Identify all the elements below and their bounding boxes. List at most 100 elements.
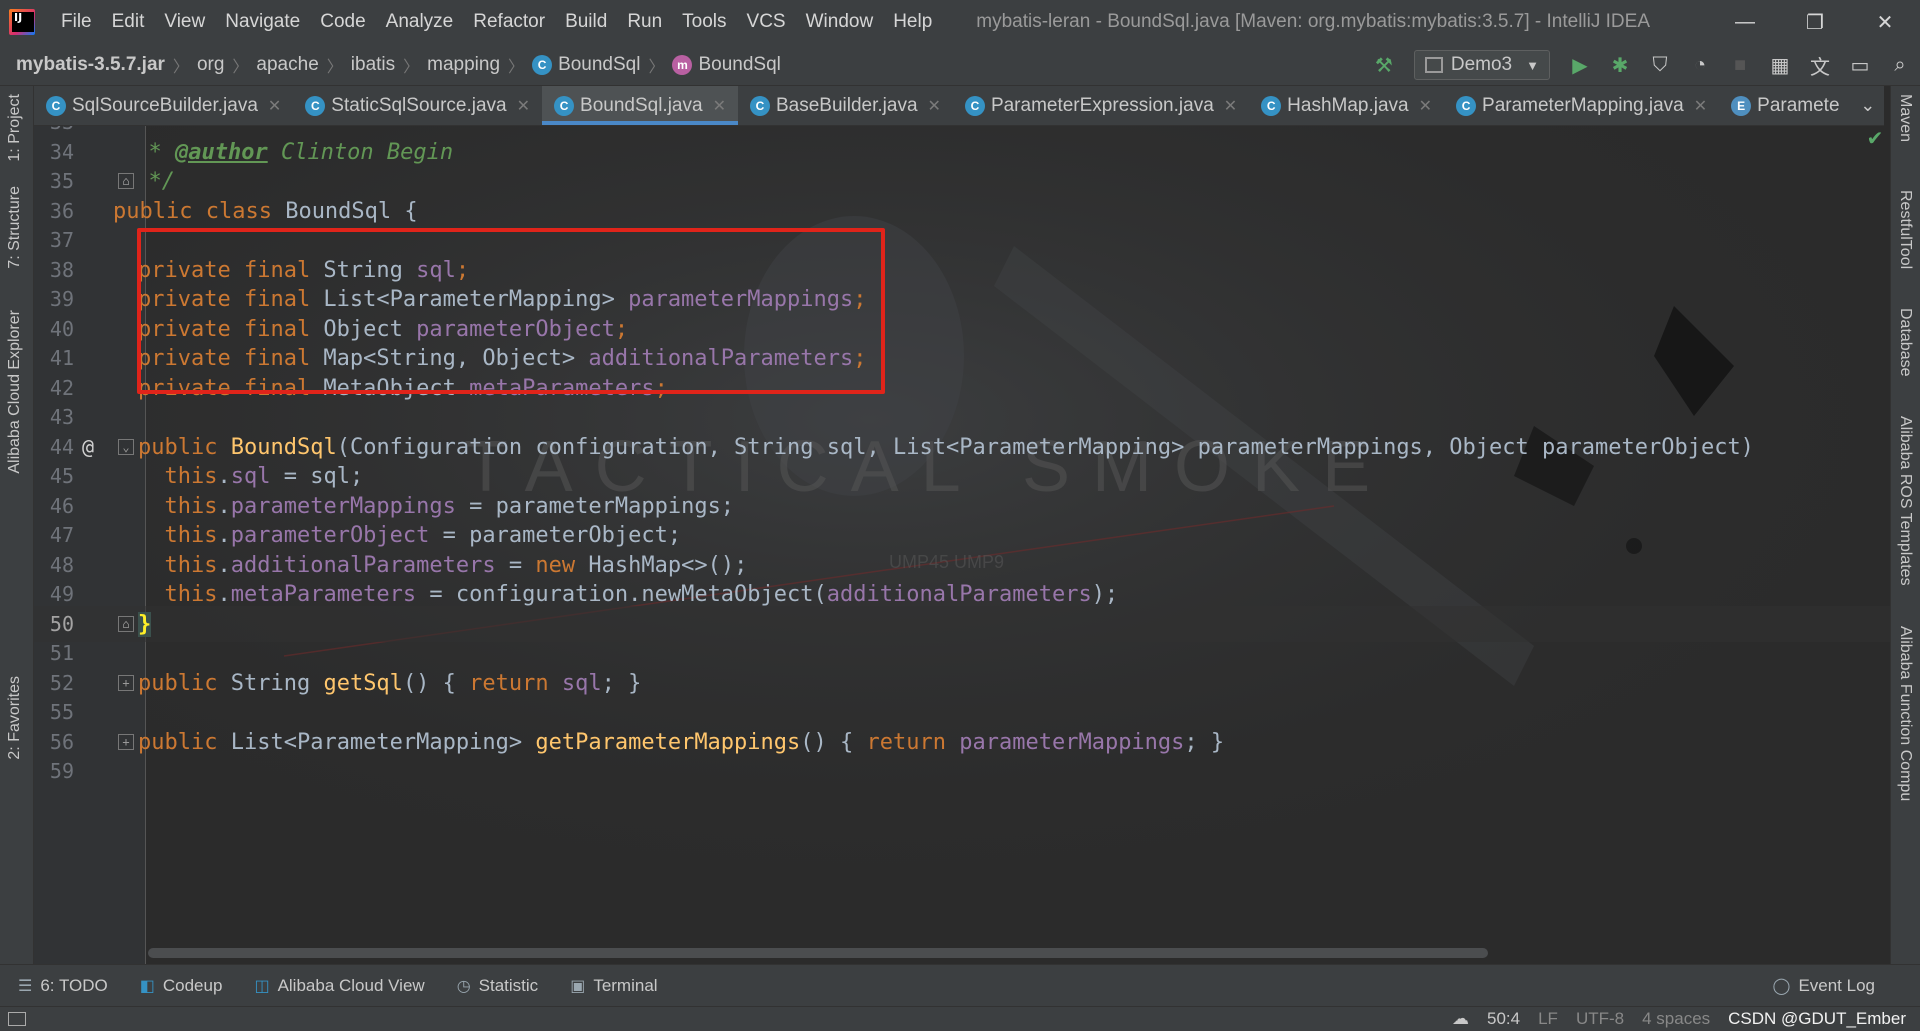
tool-favorites[interactable]: 2: Favorites — [6, 676, 24, 760]
close-icon[interactable]: ✕ — [928, 96, 941, 116]
profile-icon[interactable]: ◔ — [1680, 44, 1720, 86]
tool-restfultool[interactable]: RestfulTool — [1896, 190, 1914, 269]
horizontal-scrollbar[interactable] — [148, 948, 1488, 958]
tool-maven[interactable]: Maven — [1896, 94, 1914, 142]
tool-label: 6: TODO — [40, 975, 108, 995]
keyword-token: private final — [138, 286, 311, 312]
tool-alibaba-cloud-explorer[interactable]: Alibaba Cloud Explorer — [6, 310, 24, 474]
tool-terminal[interactable]: ▣ Terminal — [570, 976, 657, 996]
tool-event-log[interactable]: ◯ Event Log — [1773, 976, 1875, 996]
close-icon[interactable]: ✕ — [1694, 96, 1707, 116]
terminal-toolbar-icon[interactable]: ▭ — [1840, 44, 1880, 86]
tab-parametermapping[interactable]: C ParameterMapping.java ✕ — [1444, 86, 1719, 125]
code-token: = sql; — [270, 463, 364, 489]
file-encoding[interactable]: UTF-8 — [1576, 1009, 1624, 1029]
tab-basebuilder[interactable]: C BaseBuilder.java ✕ — [738, 86, 953, 125]
project-structure-icon[interactable]: ▦ — [1760, 44, 1800, 86]
chevron-right-icon: 〉 — [508, 58, 525, 76]
tab-staticsqlsource[interactable]: C StaticSqlSource.java ✕ — [293, 86, 542, 125]
tool-alibaba-cloud-view[interactable]: ◫ Alibaba Cloud View — [254, 976, 424, 996]
expand-fold-icon[interactable]: + — [118, 734, 134, 750]
breadcrumb-apache[interactable]: apache — [250, 54, 324, 76]
menu-navigate[interactable]: Navigate — [215, 11, 310, 33]
expand-fold-icon[interactable]: + — [118, 675, 134, 691]
tool-project[interactable]: 1: Project — [6, 94, 24, 162]
line-number: 47 — [49, 523, 74, 547]
tool-windows-toggle-icon[interactable] — [8, 1012, 26, 1026]
punct-token: . — [217, 581, 231, 607]
tool-todo[interactable]: ☰ 6: TODO — [18, 976, 108, 996]
stop-icon[interactable]: ■ — [1720, 44, 1760, 86]
menu-build[interactable]: Build — [555, 11, 617, 33]
run-icon[interactable]: ▶ — [1560, 44, 1600, 86]
fold-icon[interactable]: ⌄ — [118, 439, 134, 455]
menu-run[interactable]: Run — [617, 11, 672, 33]
search-icon[interactable]: ⌕ — [1880, 44, 1920, 86]
tool-database[interactable]: Database — [1896, 308, 1914, 377]
punct-token: . — [217, 463, 231, 489]
tab-list-chevron-icon[interactable]: ⌄ — [1852, 86, 1884, 125]
tab-sqlsourcebuilder[interactable]: C SqlSourceBuilder.java ✕ — [34, 86, 293, 125]
tool-structure[interactable]: 7: Structure — [6, 186, 24, 269]
menu-code[interactable]: Code — [310, 11, 375, 33]
minimize-icon[interactable]: — — [1710, 0, 1780, 44]
annotation-marker-icon[interactable]: @ — [82, 435, 94, 459]
translate-icon[interactable]: 文 — [1800, 44, 1840, 86]
enum-icon: E — [1731, 95, 1752, 116]
line-number: 51 — [49, 641, 74, 665]
breadcrumb-jar[interactable]: mybatis-3.5.7.jar — [0, 54, 171, 76]
breadcrumb-ibatis[interactable]: ibatis — [345, 54, 401, 76]
close-icon[interactable]: ✕ — [1419, 96, 1432, 116]
breadcrumb-org[interactable]: org — [191, 54, 230, 76]
tool-label: Terminal — [593, 975, 658, 995]
coverage-icon[interactable]: ⛉ — [1640, 44, 1680, 86]
inspection-icon[interactable]: ☁ — [1452, 1009, 1469, 1029]
line-separator[interactable]: LF — [1538, 1009, 1558, 1029]
close-window-icon[interactable]: ✕ — [1850, 0, 1920, 44]
run-config-selector[interactable]: Demo3 ▼ — [1413, 50, 1550, 80]
field-token: sql — [416, 257, 456, 283]
tab-hashmap[interactable]: C HashMap.java ✕ — [1249, 86, 1444, 125]
type-token: Object — [310, 316, 417, 342]
build-hammer-icon[interactable]: ⚒ — [1364, 44, 1404, 86]
line-number: 48 — [49, 553, 74, 577]
breadcrumb-mapping[interactable]: mapping — [421, 54, 506, 76]
menu-vcs[interactable]: VCS — [737, 11, 796, 33]
menu-file[interactable]: File — [51, 11, 102, 33]
keyword-token: private final — [138, 257, 311, 283]
menu-view[interactable]: View — [154, 11, 215, 33]
method-icon: m — [672, 54, 693, 75]
breadcrumb-class[interactable]: C BoundSql — [526, 54, 646, 76]
menu-tools[interactable]: Tools — [672, 11, 736, 33]
menu-help[interactable]: Help — [883, 11, 942, 33]
tool-alibaba-ros-templates[interactable]: Alibaba ROS Templates — [1896, 416, 1914, 586]
tool-statistic[interactable]: ◷ Statistic — [457, 976, 539, 996]
menu-analyze[interactable]: Analyze — [376, 11, 464, 33]
menu-edit[interactable]: Edit — [102, 11, 155, 33]
close-icon[interactable]: ✕ — [713, 96, 726, 116]
field-token: additionalParameters — [826, 581, 1092, 607]
fold-icon[interactable]: ⌂ — [118, 616, 134, 632]
breadcrumb-constructor[interactable]: m BoundSql — [666, 54, 786, 76]
close-icon[interactable]: ✕ — [517, 96, 530, 116]
tool-alibaba-function-compute[interactable]: Alibaba Function Compu — [1896, 626, 1914, 801]
restore-icon[interactable]: ❐ — [1780, 0, 1850, 44]
event-log-icon: ◯ — [1772, 977, 1791, 995]
chevron-right-icon: 〉 — [403, 58, 420, 76]
close-icon[interactable]: ✕ — [1224, 96, 1237, 116]
tab-boundsql[interactable]: C BoundSql.java ✕ — [542, 86, 738, 125]
run-config-label: Demo3 — [1450, 54, 1513, 75]
tab-parameter-enum[interactable]: E Paramete — [1719, 86, 1851, 125]
tool-codeup[interactable]: ◧ Codeup — [140, 976, 223, 996]
main-toolbar: ⚒ Demo3 ▼ ▶ ✱ ⛉ ◔ ■ ▦ 文 ▭ ⌕ — [1364, 44, 1920, 86]
debug-icon[interactable]: ✱ — [1600, 44, 1640, 86]
indent-setting[interactable]: 4 spaces — [1642, 1009, 1710, 1029]
code-editor[interactable]: TACTICAL SMOKE UMP45 UMP9 ✔ 33 * 34 * @a… — [34, 126, 1890, 964]
close-icon[interactable]: ✕ — [268, 96, 281, 116]
method-token: getSql — [323, 670, 403, 696]
code-token: ); — [1091, 581, 1119, 607]
menu-window[interactable]: Window — [796, 11, 884, 33]
menu-refactor[interactable]: Refactor — [463, 11, 555, 33]
tab-parameterexpression[interactable]: C ParameterExpression.java ✕ — [953, 86, 1249, 125]
caret-position[interactable]: 50:4 — [1487, 1009, 1520, 1029]
